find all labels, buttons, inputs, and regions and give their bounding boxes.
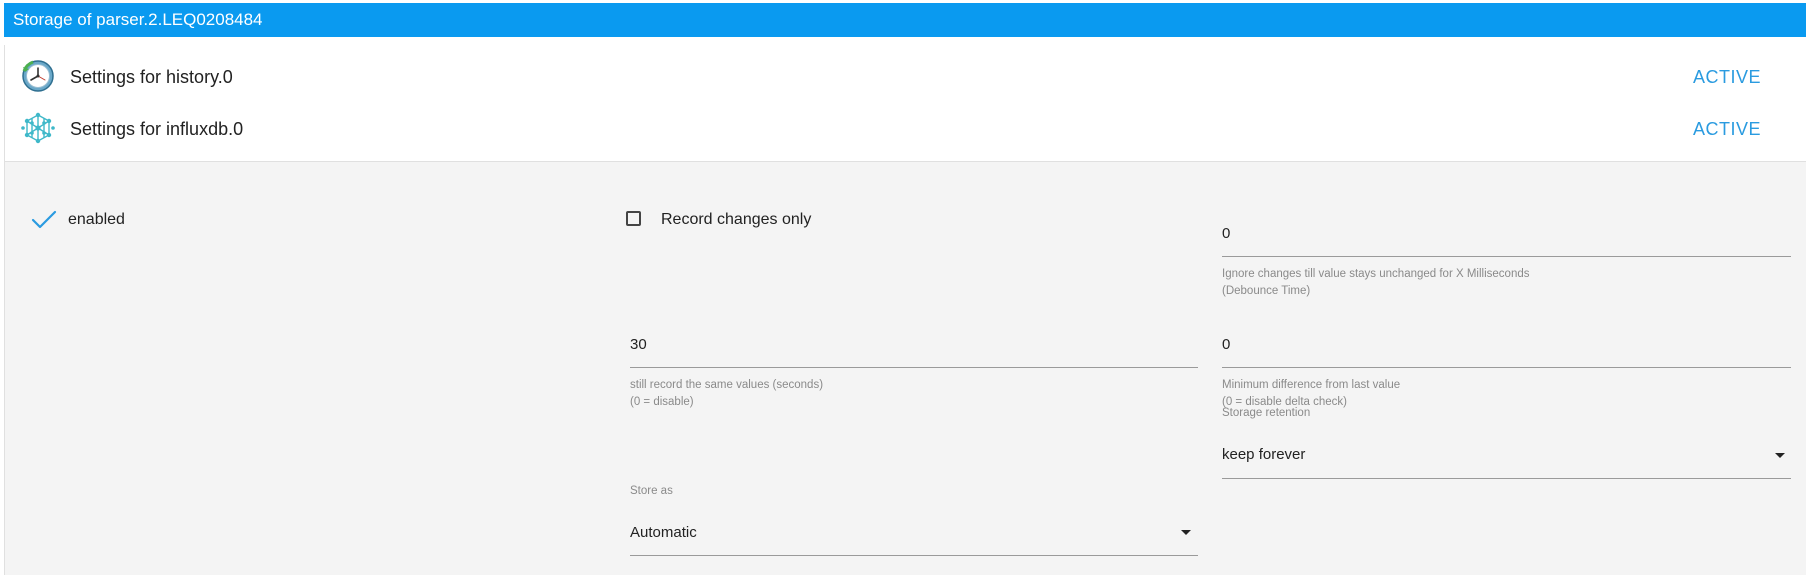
adapter-title: Settings for influxdb.0 <box>70 119 244 139</box>
storage-retention-underline <box>1222 478 1791 479</box>
min-difference-underline <box>1222 367 1791 368</box>
history-clock-icon <box>22 60 54 92</box>
checkmark-icon[interactable] <box>31 210 57 230</box>
min-difference-input[interactable]: 0 <box>1222 336 1230 353</box>
store-as-underline <box>630 555 1198 556</box>
min-difference-helper: Minimum difference from last value (0 = … <box>1222 379 1401 408</box>
same-values-helper: still record the same values (seconds) (… <box>630 379 824 408</box>
record-changes-only-checkbox[interactable] <box>626 211 641 226</box>
record-changes-only-label[interactable]: Record changes only <box>661 211 811 229</box>
debounce-underline <box>1222 256 1791 257</box>
storage-retention-select[interactable]: keep forever <box>1222 446 1305 463</box>
chevron-down-icon[interactable] <box>1775 453 1785 458</box>
storage-retention-label: Storage retention <box>1222 407 1311 419</box>
same-values-underline <box>630 367 1198 368</box>
settings-panel: Settings for history.0 ACTIVE Settings f… <box>4 45 1806 575</box>
adapter-row-influxdb[interactable]: Settings for influxdb.0 ACTIVE <box>5 97 1806 162</box>
enabled-label: enabled <box>68 211 125 228</box>
debounce-helper: Ignore changes till value stays unchange… <box>1222 268 1530 297</box>
status-badge: ACTIVE <box>1692 119 1761 139</box>
chevron-down-icon[interactable] <box>1181 530 1191 535</box>
store-as-select[interactable]: Automatic <box>630 524 697 541</box>
store-as-label: Store as <box>630 485 673 497</box>
influxdb-network-icon <box>21 112 55 144</box>
debounce-input[interactable]: 0 <box>1222 225 1230 242</box>
window-title: Storage of parser.2.LEQ0208484 <box>4 3 1806 37</box>
same-values-input[interactable]: 30 <box>630 336 647 353</box>
